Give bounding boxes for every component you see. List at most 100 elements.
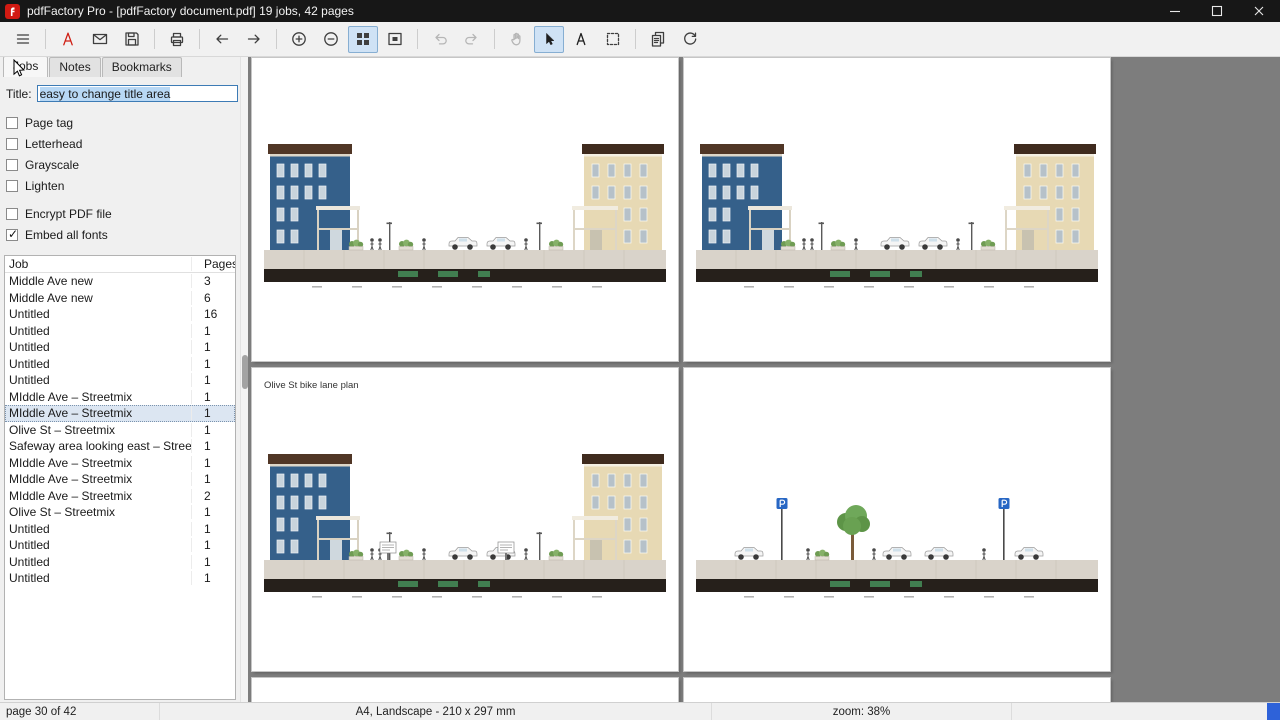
copy-pages-button[interactable] — [643, 26, 673, 53]
statusbar: page 30 of 42 A4, Landscape - 210 x 297 … — [0, 702, 1280, 720]
job-row[interactable]: MIddle Ave – Streetmix 1 — [5, 471, 235, 488]
job-row[interactable]: Safeway area looking east – Street... 1 — [5, 438, 235, 455]
sidebar-scrollbar[interactable] — [240, 57, 248, 702]
checkbox[interactable] — [6, 117, 18, 129]
option-row[interactable]: Lighten — [6, 175, 248, 196]
job-row[interactable]: Untitled 1 — [5, 537, 235, 554]
job-row[interactable]: Untitled 1 — [5, 356, 235, 373]
job-row[interactable]: MIddle Ave – Streetmix 2 — [5, 488, 235, 505]
select-tool-button[interactable] — [534, 26, 564, 53]
job-row[interactable]: Middle Ave new 6 — [5, 290, 235, 307]
pages-column-header[interactable]: Pages — [191, 257, 235, 271]
zoom-out-button[interactable] — [316, 26, 346, 53]
job-list-header[interactable]: Job Pages — [5, 256, 235, 273]
text-tool-button[interactable] — [566, 26, 596, 53]
tab-jobs[interactable]: Jobs — [3, 56, 48, 77]
job-name: MIddle Ave – Streetmix — [5, 472, 191, 486]
page-thumbnail-4[interactable] — [684, 368, 1110, 671]
job-name: Olive St – Streetmix — [5, 423, 191, 437]
job-row[interactable]: Olive St – Streetmix 1 — [5, 422, 235, 439]
page-thumbnail-2[interactable] — [684, 58, 1110, 361]
marquee-icon — [604, 30, 622, 48]
job-row[interactable]: Untitled 1 — [5, 372, 235, 389]
job-row[interactable]: MIddle Ave – Streetmix 1 — [5, 455, 235, 472]
cursor-icon — [540, 30, 558, 48]
email-icon — [91, 30, 109, 48]
resize-grip[interactable] — [1267, 703, 1280, 720]
option-row[interactable]: Grayscale — [6, 154, 248, 175]
job-name: Untitled — [5, 307, 191, 321]
tab-bookmarks[interactable]: Bookmarks — [102, 57, 182, 77]
toolbar-separator — [494, 29, 495, 49]
title-field-label: Title: — [6, 87, 32, 101]
forward-button[interactable] — [239, 26, 269, 53]
maximize-button[interactable] — [1196, 0, 1238, 22]
job-list: Job Pages Middle Ave new 3 Middle Ave ne… — [4, 255, 236, 700]
back-button[interactable] — [207, 26, 237, 53]
toolbar-separator — [154, 29, 155, 49]
tab-notes[interactable]: Notes — [49, 57, 100, 77]
thumbnail-grid-button[interactable] — [348, 26, 378, 53]
undo-button[interactable] — [425, 26, 455, 53]
option-row[interactable]: Encrypt PDF file — [6, 203, 248, 224]
refresh-button[interactable] — [675, 26, 705, 53]
page-thumbnail-6[interactable] — [684, 678, 1110, 702]
job-column-header[interactable]: Job — [5, 257, 191, 271]
job-name: Untitled — [5, 373, 191, 387]
checkbox[interactable] — [6, 180, 18, 192]
job-pages: 1 — [191, 324, 235, 338]
print-icon — [168, 30, 186, 48]
job-name: Untitled — [5, 522, 191, 536]
print-button[interactable] — [162, 26, 192, 53]
app-window: pdfFactory Pro - [pdfFactory document.pd… — [0, 0, 1280, 720]
page-thumbnail-3[interactable]: Olive St bike lane plan — [252, 368, 678, 671]
job-row[interactable]: Untitled 16 — [5, 306, 235, 323]
text-icon — [572, 30, 590, 48]
minimize-button[interactable] — [1154, 0, 1196, 22]
job-row[interactable]: Untitled 1 — [5, 339, 235, 356]
job-row[interactable]: Untitled 1 — [5, 570, 235, 587]
job-row[interactable]: Olive St – Streetmix 1 — [5, 504, 235, 521]
job-row[interactable]: Untitled 1 — [5, 521, 235, 538]
fit-page-button[interactable] — [380, 26, 410, 53]
close-button[interactable] — [1238, 0, 1280, 22]
redo-icon — [463, 30, 481, 48]
job-pages: 1 — [191, 423, 235, 437]
marquee-tool-button[interactable] — [598, 26, 628, 53]
toolbar — [0, 22, 1280, 57]
titlebar: pdfFactory Pro - [pdfFactory document.pd… — [0, 0, 1280, 22]
job-row[interactable]: Untitled 1 — [5, 323, 235, 340]
statusbar-spacer — [1012, 703, 1280, 720]
job-pages: 1 — [191, 373, 235, 387]
acrobat-button[interactable] — [53, 26, 83, 53]
checkbox[interactable] — [6, 138, 18, 150]
job-name: Untitled — [5, 357, 191, 371]
job-pages: 1 — [191, 538, 235, 552]
title-input[interactable]: easy to change title area — [37, 85, 238, 102]
close-icon — [1250, 2, 1268, 20]
checkbox-label: Lighten — [25, 179, 64, 193]
menu-button[interactable] — [8, 26, 38, 53]
page-thumbnail-1[interactable] — [252, 58, 678, 361]
option-row[interactable]: Embed all fonts — [6, 224, 248, 245]
checkbox-label: Letterhead — [25, 137, 82, 151]
checkbox[interactable] — [6, 208, 18, 220]
zoom-in-button[interactable] — [284, 26, 314, 53]
page-thumbnail-5[interactable] — [252, 678, 678, 702]
window-controls — [1154, 0, 1280, 22]
redo-button[interactable] — [457, 26, 487, 53]
checkbox[interactable] — [6, 159, 18, 171]
save-button[interactable] — [117, 26, 147, 53]
option-row[interactable]: Letterhead — [6, 133, 248, 154]
job-name: Untitled — [5, 340, 191, 354]
options-list: Page tag Letterhead Grayscale Lighten En… — [6, 112, 248, 245]
job-row[interactable]: MIddle Ave – Streetmix 1 — [5, 389, 235, 406]
job-row[interactable]: Middle Ave new 3 — [5, 273, 235, 290]
checkbox[interactable] — [6, 229, 18, 241]
option-row[interactable]: Page tag — [6, 112, 248, 133]
email-button[interactable] — [85, 26, 115, 53]
hand-tool-button[interactable] — [502, 26, 532, 53]
job-row[interactable]: Untitled 1 — [5, 554, 235, 571]
job-row[interactable]: MIddle Ave – Streetmix 1 — [5, 405, 235, 422]
job-name: MIddle Ave – Streetmix — [5, 489, 191, 503]
